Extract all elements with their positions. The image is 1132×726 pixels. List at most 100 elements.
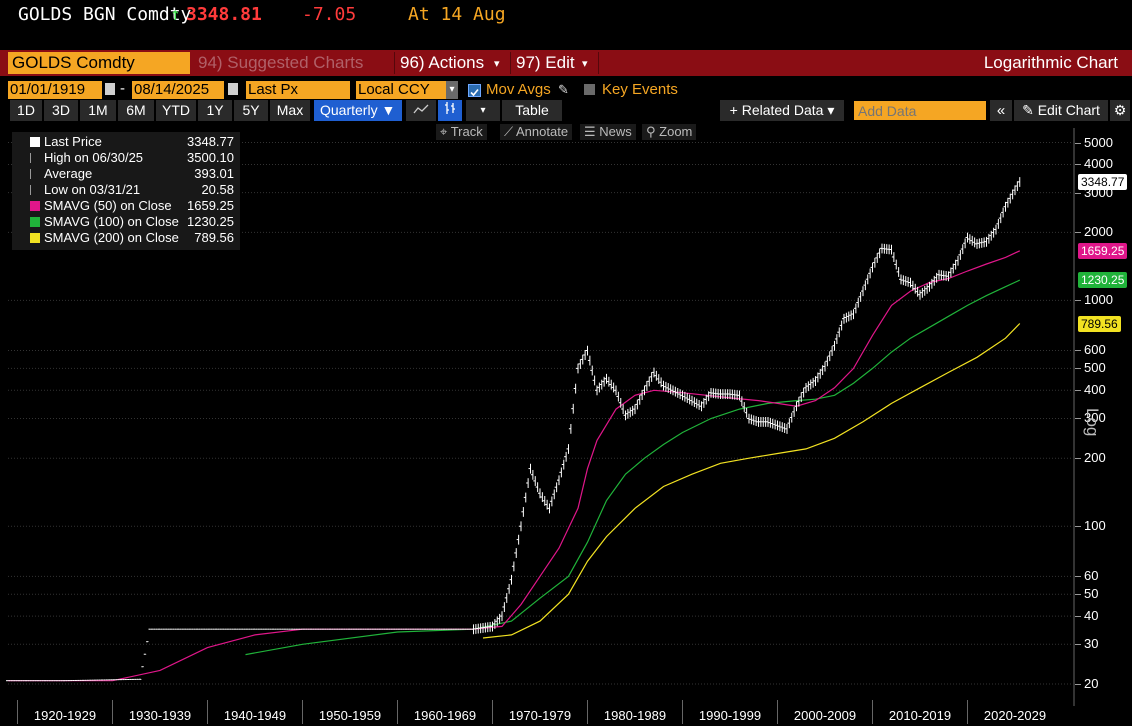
chart-legend: Last Price 3348.77 High on 06/30/25 3500.10… [12,132,240,250]
legend-swatch [30,201,40,211]
line-chart-icon[interactable] [406,100,436,121]
legend-item[interactable]: High on 06/30/25 3500.10 [12,150,240,166]
related-data-button[interactable]: + Related Data ▾ [720,100,844,121]
y-axis-tick [1075,232,1081,234]
legend-label: Low on 03/31/21 [44,182,141,197]
y-axis-tick [1075,684,1081,686]
legend-swatch [30,185,37,195]
table-button[interactable]: Table [502,100,562,121]
security-input[interactable]: GOLDS Comdty [8,52,190,74]
pencil-icon: ✎ [1022,102,1034,118]
y-axis-label: 500 [1084,360,1106,376]
y-axis-tick [1075,644,1081,646]
period-1m[interactable]: 1M [80,100,116,121]
legend-value: 3348.77 [187,134,234,149]
chevron-down-icon[interactable]: ▾ [446,81,458,99]
y-axis-label: 2000 [1084,224,1113,240]
chevron-down-icon[interactable]: ▾ [466,100,500,121]
x-axis-label: 1930-1939 [128,708,192,723]
chevron-down-icon: ▾ [582,58,588,70]
legend-item[interactable]: SMAVG (200) on Close 789.56 [12,230,240,246]
field-select[interactable]: Last Px [246,81,350,99]
y-axis-label: 100 [1084,518,1106,534]
legend-item[interactable]: Last Price 3348.77 [12,134,240,150]
chart-controls-row: 01/01/1919 - 08/14/2025 Last Px Local CC… [0,80,1132,100]
period-ytd[interactable]: YTD [156,100,196,121]
legend-label: Average [44,166,93,181]
frequency-label: Quarterly [320,102,378,118]
ticker-line: GOLDS BGN Comdty ↑ 3348.81 -7.05 At 14 A… [0,0,1132,32]
suggested-charts-button[interactable]: 94) Suggested Charts [198,50,363,76]
legend-swatch [30,153,37,163]
legend-swatch [30,217,40,227]
edit-chart-label: Edit Chart [1037,102,1100,118]
period-5y[interactable]: 5Y [234,100,268,121]
legend-item[interactable]: Low on 03/31/21 20.58 [12,182,240,198]
x-axis-label: 2000-2009 [793,708,857,723]
date-range-dash: - [120,80,125,97]
legend-value: 1230.25 [187,214,234,229]
period-3d[interactable]: 3D [44,100,78,121]
y-axis-tick [1075,390,1081,392]
legend-swatch [30,137,40,147]
x-axis-label: 1920-1929 [33,708,97,723]
up-arrow-icon: ↑ [170,4,181,25]
legend-value: 3500.10 [187,150,234,165]
legend-item[interactable]: SMAVG (50) on Close 1659.25 [12,198,240,214]
edit-menu[interactable]: 97) Edit [516,50,575,76]
start-date-input[interactable]: 01/01/1919 [8,81,102,99]
mov-avgs-checkbox[interactable] [468,84,481,97]
period-1d[interactable]: 1D [10,100,42,121]
pencil-icon[interactable]: ✎ [558,82,569,98]
y-axis-label: 60 [1084,568,1099,584]
x-axis-label: 1990-1999 [698,708,762,723]
y-axis-tick [1075,526,1081,528]
price-tag: 789.56 [1078,315,1121,332]
price-tag: 3348.77 [1078,173,1128,190]
y-axis-tick [1075,350,1081,352]
y-axis-tick [1075,368,1081,370]
legend-item[interactable]: Average 393.01 [12,166,240,182]
calendar-icon[interactable] [228,83,238,95]
y-axis-tick [1075,576,1081,578]
edit-chart-button[interactable]: ✎ Edit Chart [1014,100,1108,121]
sma200-line [482,323,1021,639]
sma100-line [245,279,1021,656]
x-axis-label: 1960-1969 [413,708,477,723]
y-axis-label: 1000 [1084,292,1113,308]
y-axis-label: 30 [1084,636,1099,652]
divider [598,52,599,74]
period-6m[interactable]: 6M [118,100,154,121]
legend-swatch [30,169,37,179]
add-data-input[interactable] [854,101,986,120]
bar-chart-icon[interactable] [438,100,462,121]
key-events-label[interactable]: Key Events [602,81,678,98]
y-axis-tick [1075,418,1081,420]
double-chevron-left-icon[interactable]: « [990,100,1012,121]
legend-value: 789.56 [194,230,234,245]
end-date-input[interactable]: 08/14/2025 [132,81,224,99]
chart-title: Logarithmic Chart [983,53,1118,72]
actions-menu[interactable]: 96) Actions [400,50,484,76]
y-axis-label: 4000 [1084,156,1113,172]
price-bars [6,177,1021,682]
gear-icon[interactable]: ⚙ [1110,100,1130,121]
period-toolbar: 1D 3D 1M 6M YTD 1Y 5Y Max Quarterly ▼ ▾ … [0,100,1132,121]
currency-select[interactable]: Local CCY [356,81,446,99]
x-axis-label: 1980-1989 [603,708,667,723]
key-events-checkbox[interactable] [584,84,595,95]
related-data-label: + Related Data [729,102,824,118]
legend-item[interactable]: SMAVG (100) on Close 1230.25 [12,214,240,230]
calendar-icon[interactable] [105,83,115,95]
sma50-line [8,250,1021,682]
y-axis-tick [1075,300,1081,302]
period-max[interactable]: Max [270,100,310,121]
last-trade-date: At 14 Aug [408,4,506,25]
period-1y[interactable]: 1Y [198,100,232,121]
legend-label: High on 06/30/25 [44,150,144,165]
y-axis-label: 5000 [1084,134,1113,150]
x-axis-label: 2010-2019 [888,708,952,723]
x-axis-label: 1940-1949 [223,708,287,723]
mov-avgs-label[interactable]: Mov Avgs [486,81,551,98]
frequency-select[interactable]: Quarterly ▼ [314,100,402,121]
